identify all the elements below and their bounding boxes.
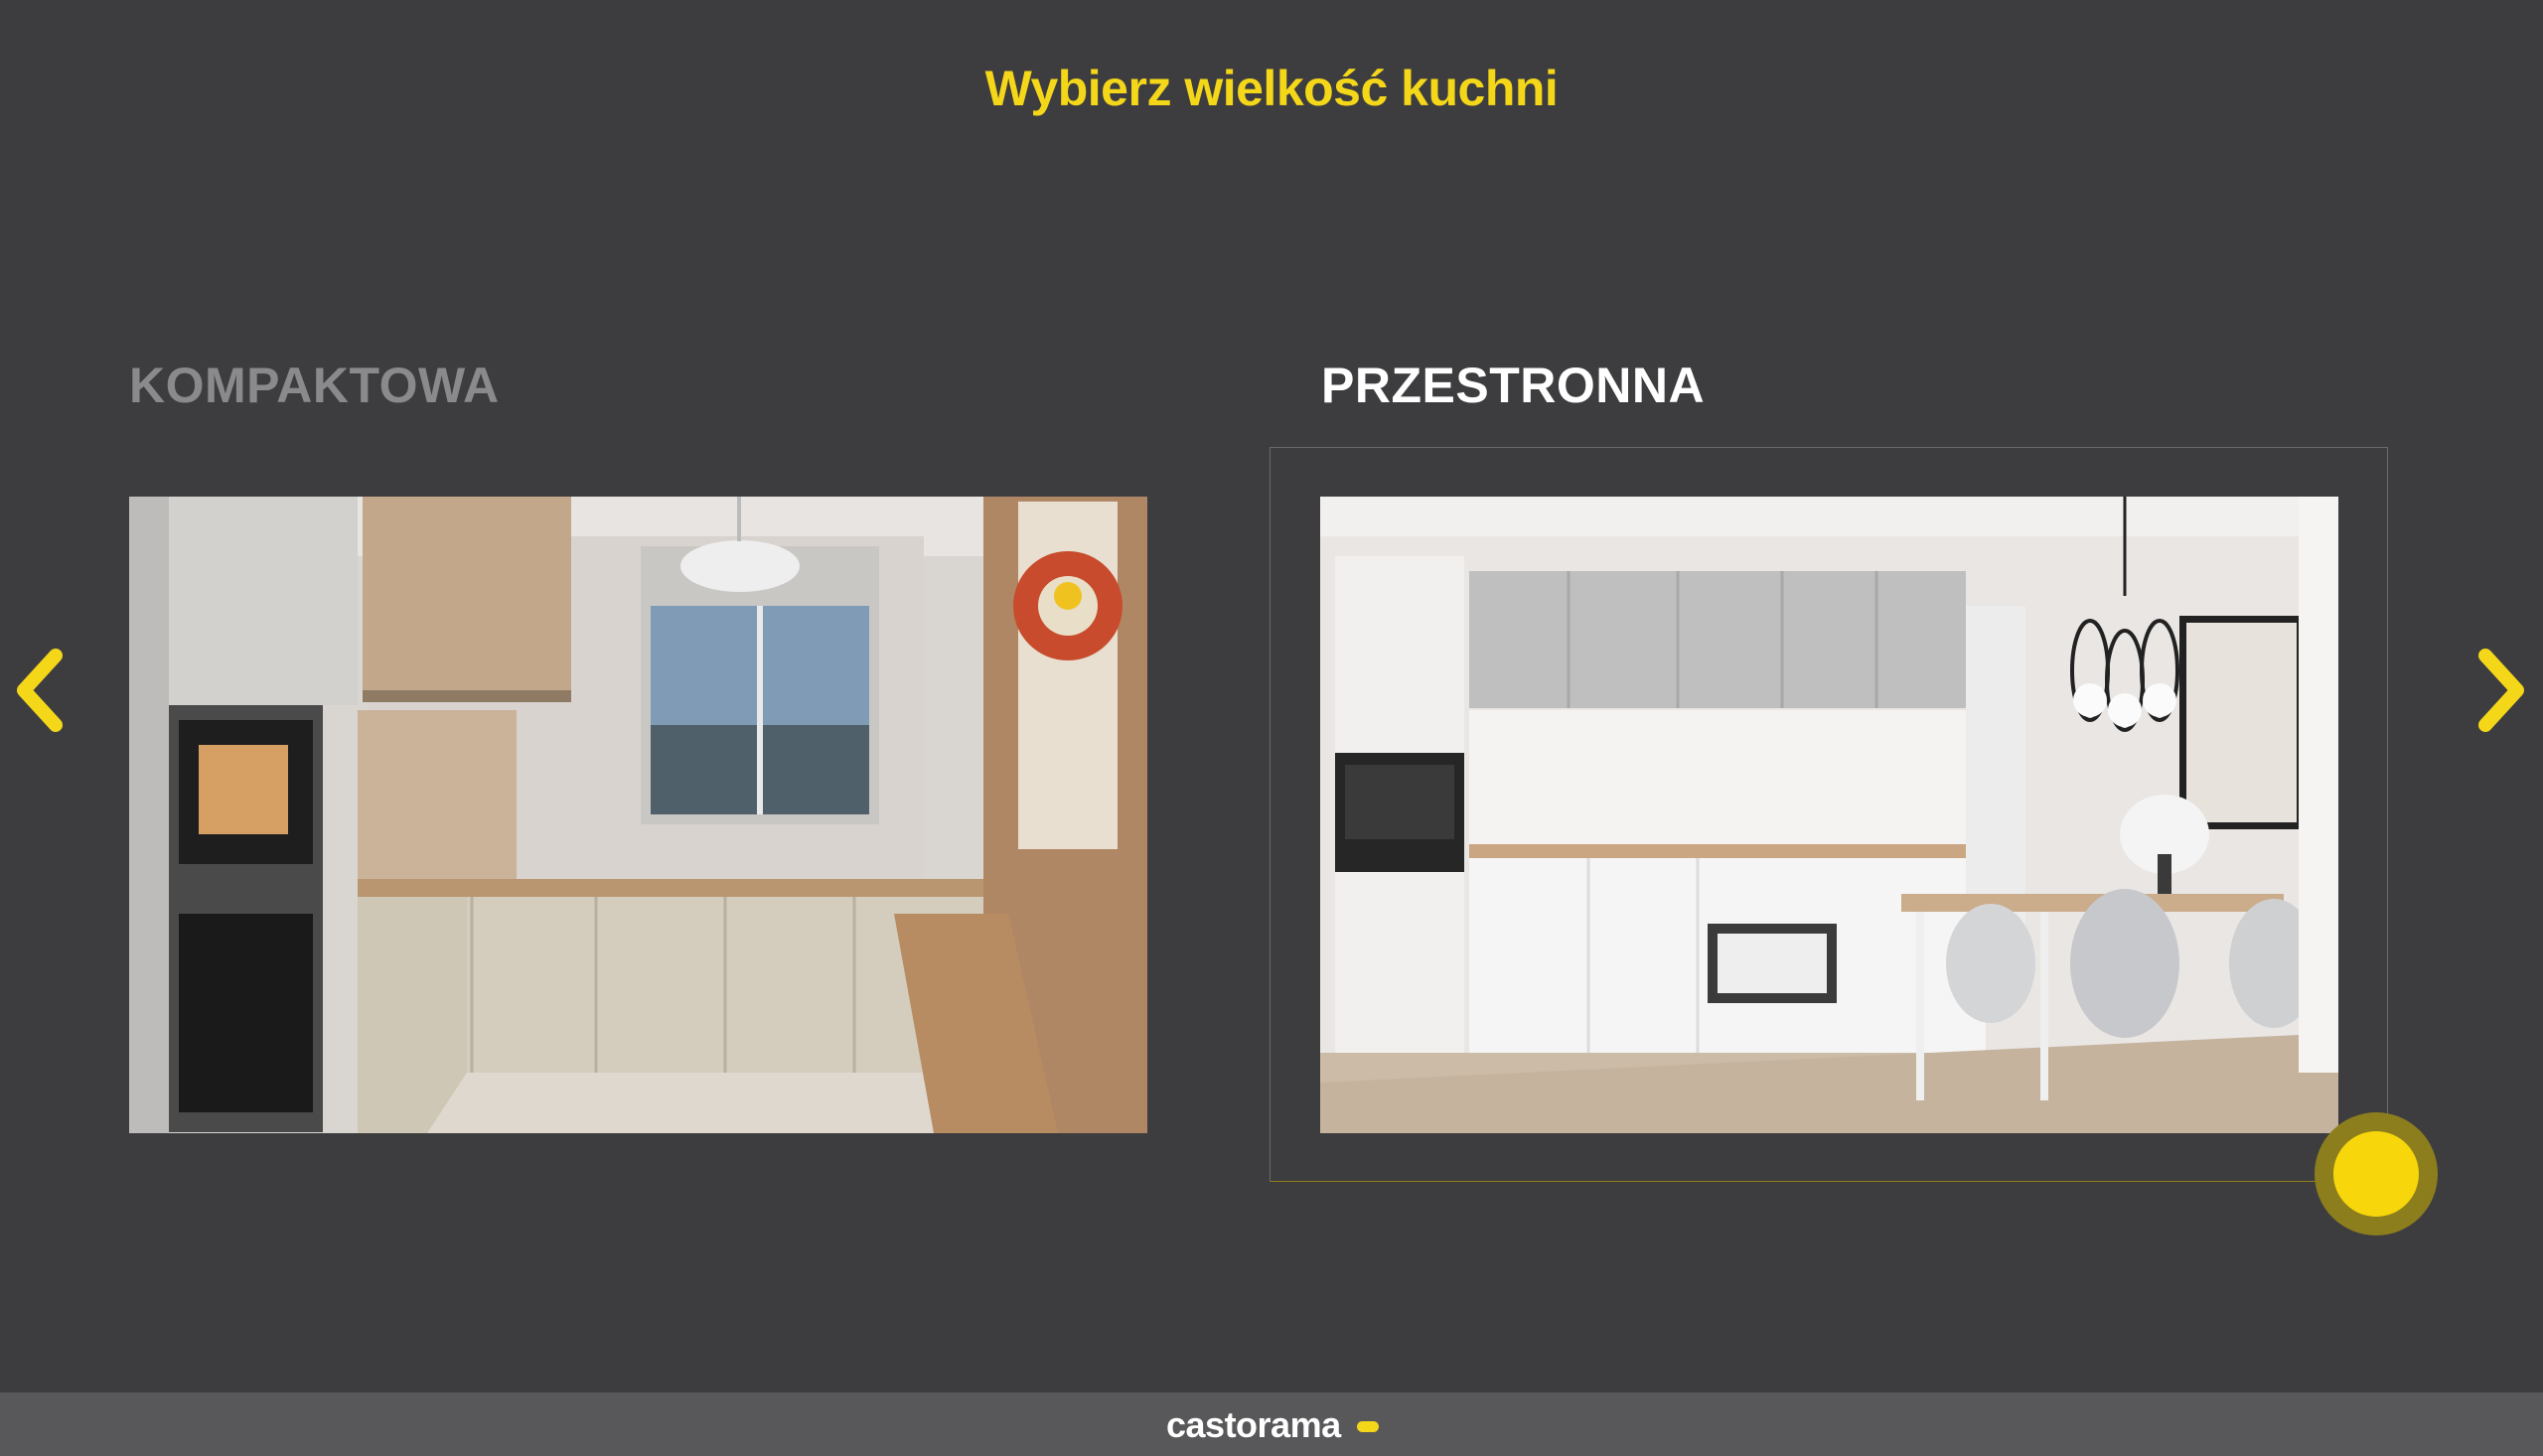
brand-logo-dash: [1357, 1421, 1379, 1432]
prev-arrow-button[interactable]: [8, 646, 68, 735]
option-label-compact[interactable]: KOMPAKTOWA: [129, 358, 500, 413]
spacious-kitchen-illustration: [1320, 497, 2338, 1133]
spacious-kitchen-image[interactable]: [1320, 497, 2338, 1133]
next-arrow-button[interactable]: [2473, 646, 2533, 735]
brand-logo: castorama: [1166, 1404, 1341, 1445]
option-label-spacious[interactable]: PRZESTRONNA: [1321, 358, 1705, 413]
compact-kitchen-image[interactable]: [129, 497, 1147, 1133]
page-title: Wybierz wielkość kuchni: [984, 61, 1559, 116]
selection-indicator[interactable]: [2315, 1112, 2438, 1236]
chevron-right-icon: [2478, 649, 2524, 732]
chevron-left-icon: [17, 649, 63, 732]
selection-indicator-core: [2333, 1131, 2419, 1217]
footer: castorama: [0, 1392, 2543, 1456]
compact-kitchen-illustration: [129, 497, 1147, 1133]
